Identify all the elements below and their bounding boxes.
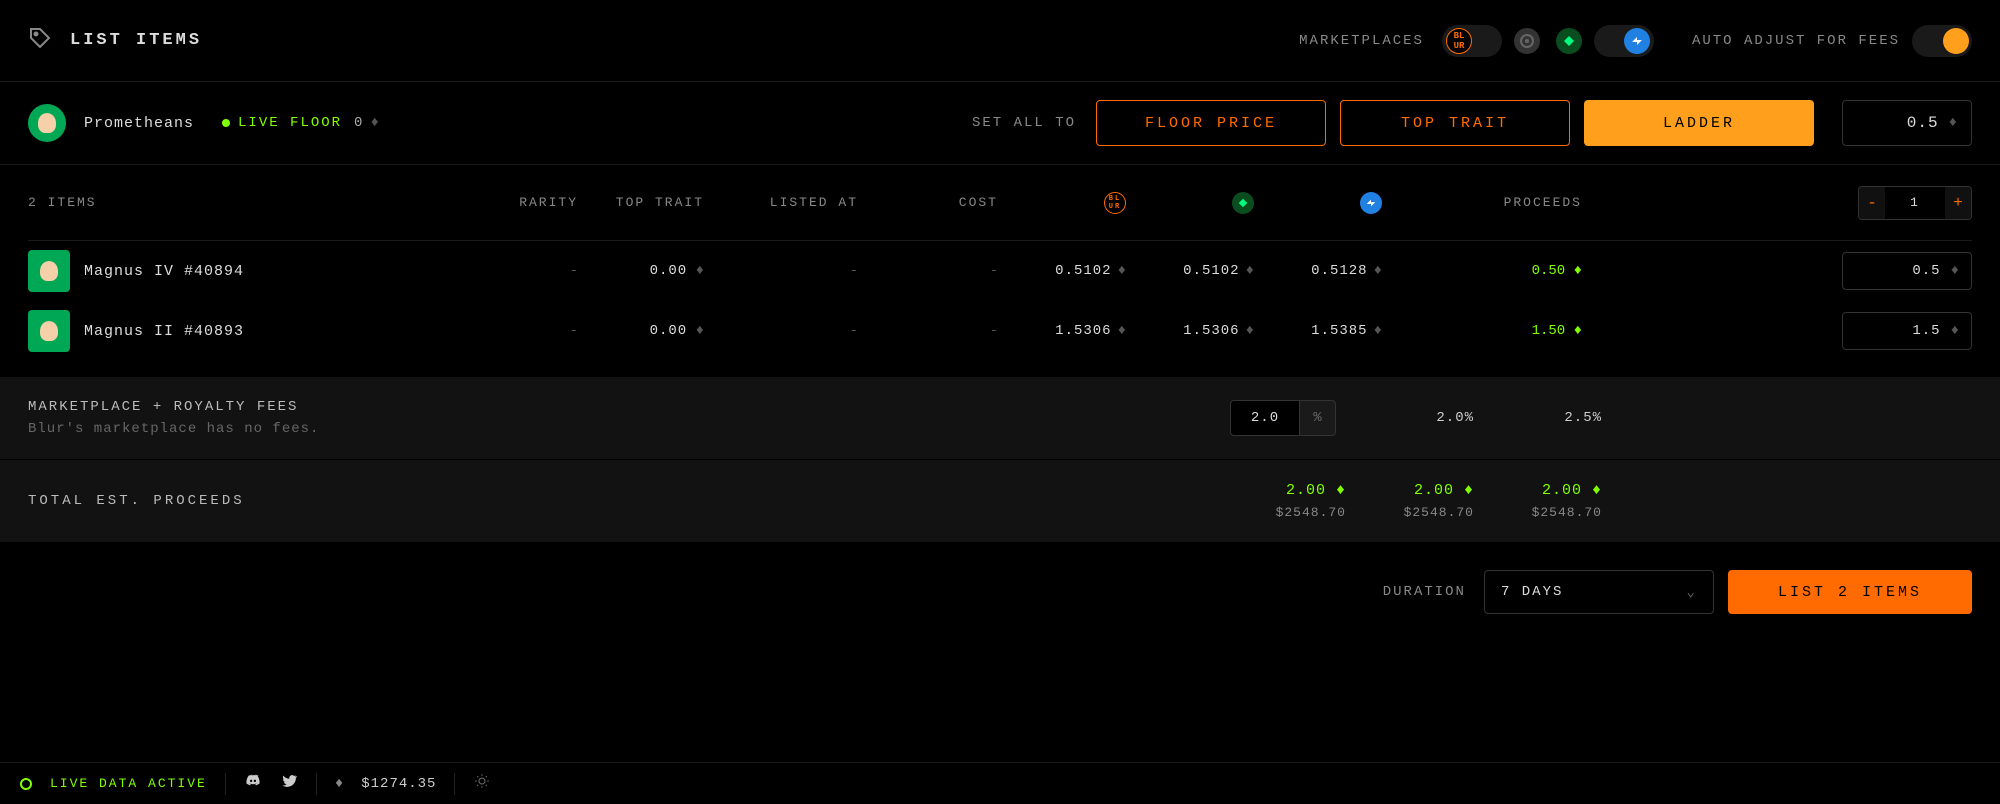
fees-title: MARKETPLACE + ROYALTY FEES [28,399,319,415]
items-grid: 2 ITEMS RARITY TOP TRAIT LISTED AT COST … [0,165,2000,361]
percent-symbol: % [1300,400,1336,436]
col-cost: COST [858,195,998,210]
live-floor: LIVE FLOOR 0 ♦ [222,115,379,131]
marketplace-toggle-x2y2[interactable] [1510,25,1544,57]
looksrare-icon [1556,28,1582,54]
cell-listed-at: - [708,323,858,339]
x2y2-icon [1514,28,1540,54]
cell-cost: - [858,323,998,339]
page-title: LIST ITEMS [70,31,202,50]
nft-name: Magnus IV #40894 [84,263,244,280]
col-qty: - 1 + [1802,186,1972,220]
table-row: Magnus IV #40894 - 0.00 ♦ - - 0.5102 ♦ 0… [28,241,1972,301]
cell-rarity: - [468,323,578,339]
toggle-knob [1943,28,1969,54]
col-listed-at: LISTED AT [708,195,858,210]
blur-icon: BLUR [1104,192,1126,214]
col-looksrare [1126,192,1254,214]
duration-value: 7 DAYS [1501,584,1563,600]
marketplaces-label: MARKETPLACES [1299,33,1424,49]
twitter-icon[interactable] [280,772,298,795]
live-data-label: LIVE DATA ACTIVE [50,776,207,791]
discord-icon[interactable] [244,772,262,795]
marketplace-toggle-blur[interactable]: BLUR [1442,25,1502,57]
grid-header: 2 ITEMS RARITY TOP TRAIT LISTED AT COST … [28,165,1972,241]
live-indicator-icon [20,778,32,790]
sun-icon[interactable] [473,772,491,795]
auto-adjust-label: AUTO ADJUST FOR FEES [1692,33,1900,49]
eth-icon: ♦ [1949,115,1957,131]
cell-proceeds: 0.50 ♦ [1382,263,1582,279]
tag-icon [28,26,52,55]
qty-value: 1 [1885,195,1945,210]
marketplace-toggle-opensea[interactable] [1594,25,1654,57]
cell-top-trait: 0.00 ♦ [578,323,708,339]
opensea-icon [1624,28,1650,54]
cell-proceeds: 1.50 ♦ [1382,323,1582,339]
col-blur: BLUR [998,192,1126,214]
col-items-count: 2 ITEMS [28,195,468,210]
cell-looks: 1.5306 ♦ [1126,323,1254,339]
nft-thumbnail[interactable] [28,250,70,292]
global-price-value: 0.5 [1907,114,1939,132]
table-row: Magnus II #40893 - 0.00 ♦ - - 1.5306 ♦ 1… [28,301,1972,361]
fees-subtitle: Blur's marketplace has no fees. [28,421,319,437]
cell-os: 0.5128 ♦ [1254,263,1382,279]
footer-action: DURATION 7 DAYS ⌄ LIST 2 ITEMS [0,542,2000,642]
cell-blur: 0.5102 ♦ [998,263,1126,279]
cell-os: 1.5385 ♦ [1254,323,1382,339]
live-floor-label: LIVE FLOOR [238,115,342,131]
col-top-trait: TOP TRAIT [578,195,708,210]
opensea-icon [1360,192,1382,214]
total-looks: 2.00 ♦ $2548.70 [1346,482,1474,520]
royalty-value: 2.0 [1230,400,1300,436]
ladder-button[interactable]: LADDER [1584,100,1814,146]
set-all-label: SET ALL TO [972,115,1076,131]
duration-label: DURATION [1383,584,1466,600]
collection-name: Prometheans [84,115,194,132]
floor-value: 0 [354,115,362,131]
nft-name: Magnus II #40893 [84,323,244,340]
looks-fee: 2.0% [1346,410,1474,426]
qty-minus-button[interactable]: - [1859,187,1885,219]
eth-price: $1274.35 [361,776,436,792]
fees-section: MARKETPLACE + ROYALTY FEES Blur's market… [0,377,2000,459]
col-opensea [1254,192,1382,214]
eth-icon: ♦ [335,776,343,792]
qty-plus-button[interactable]: + [1945,187,1971,219]
list-items-button[interactable]: LIST 2 ITEMS [1728,570,1972,614]
eth-icon: ♦ [370,115,378,131]
os-fee: 2.5% [1474,410,1602,426]
controls-bar: Prometheans LIVE FLOOR 0 ♦ SET ALL TO FL… [0,82,2000,165]
duration-select[interactable]: 7 DAYS ⌄ [1484,570,1714,614]
looksrare-icon [1232,192,1254,214]
royalty-input[interactable]: 2.0 % [1230,400,1336,436]
cell-cost: - [858,263,998,279]
global-price-input[interactable]: 0.5 ♦ [1842,100,1972,146]
col-rarity: RARITY [468,195,578,210]
marketplace-toggle-looksrare[interactable] [1552,25,1586,57]
cell-listed-at: - [708,263,858,279]
totals-title: TOTAL EST. PROCEEDS [28,493,245,509]
auto-adjust-toggle[interactable] [1912,25,1972,57]
col-proceeds: PROCEEDS [1382,195,1582,210]
cell-blur: 1.5306 ♦ [998,323,1126,339]
live-dot-icon [222,119,230,127]
cell-rarity: - [468,263,578,279]
floor-price-button[interactable]: FLOOR PRICE [1096,100,1326,146]
header: LIST ITEMS MARKETPLACES BLUR AUTO ADJUST… [0,0,2000,82]
nft-thumbnail[interactable] [28,310,70,352]
cell-top-trait: 0.00 ♦ [578,263,708,279]
total-os: 2.00 ♦ $2548.70 [1474,482,1602,520]
row-price-input[interactable]: 0.5♦ [1842,252,1972,290]
collection-avatar[interactable] [28,104,66,142]
row-price-input[interactable]: 1.5♦ [1842,312,1972,350]
chevron-down-icon: ⌄ [1687,584,1697,601]
cell-looks: 0.5102 ♦ [1126,263,1254,279]
top-trait-button[interactable]: TOP TRAIT [1340,100,1570,146]
status-bar: LIVE DATA ACTIVE ♦ $1274.35 [0,762,2000,804]
total-blur: 2.00 ♦ $2548.70 [1218,482,1346,520]
totals-section: TOTAL EST. PROCEEDS 2.00 ♦ $2548.70 2.00… [0,459,2000,542]
blur-icon: BLUR [1446,28,1472,54]
